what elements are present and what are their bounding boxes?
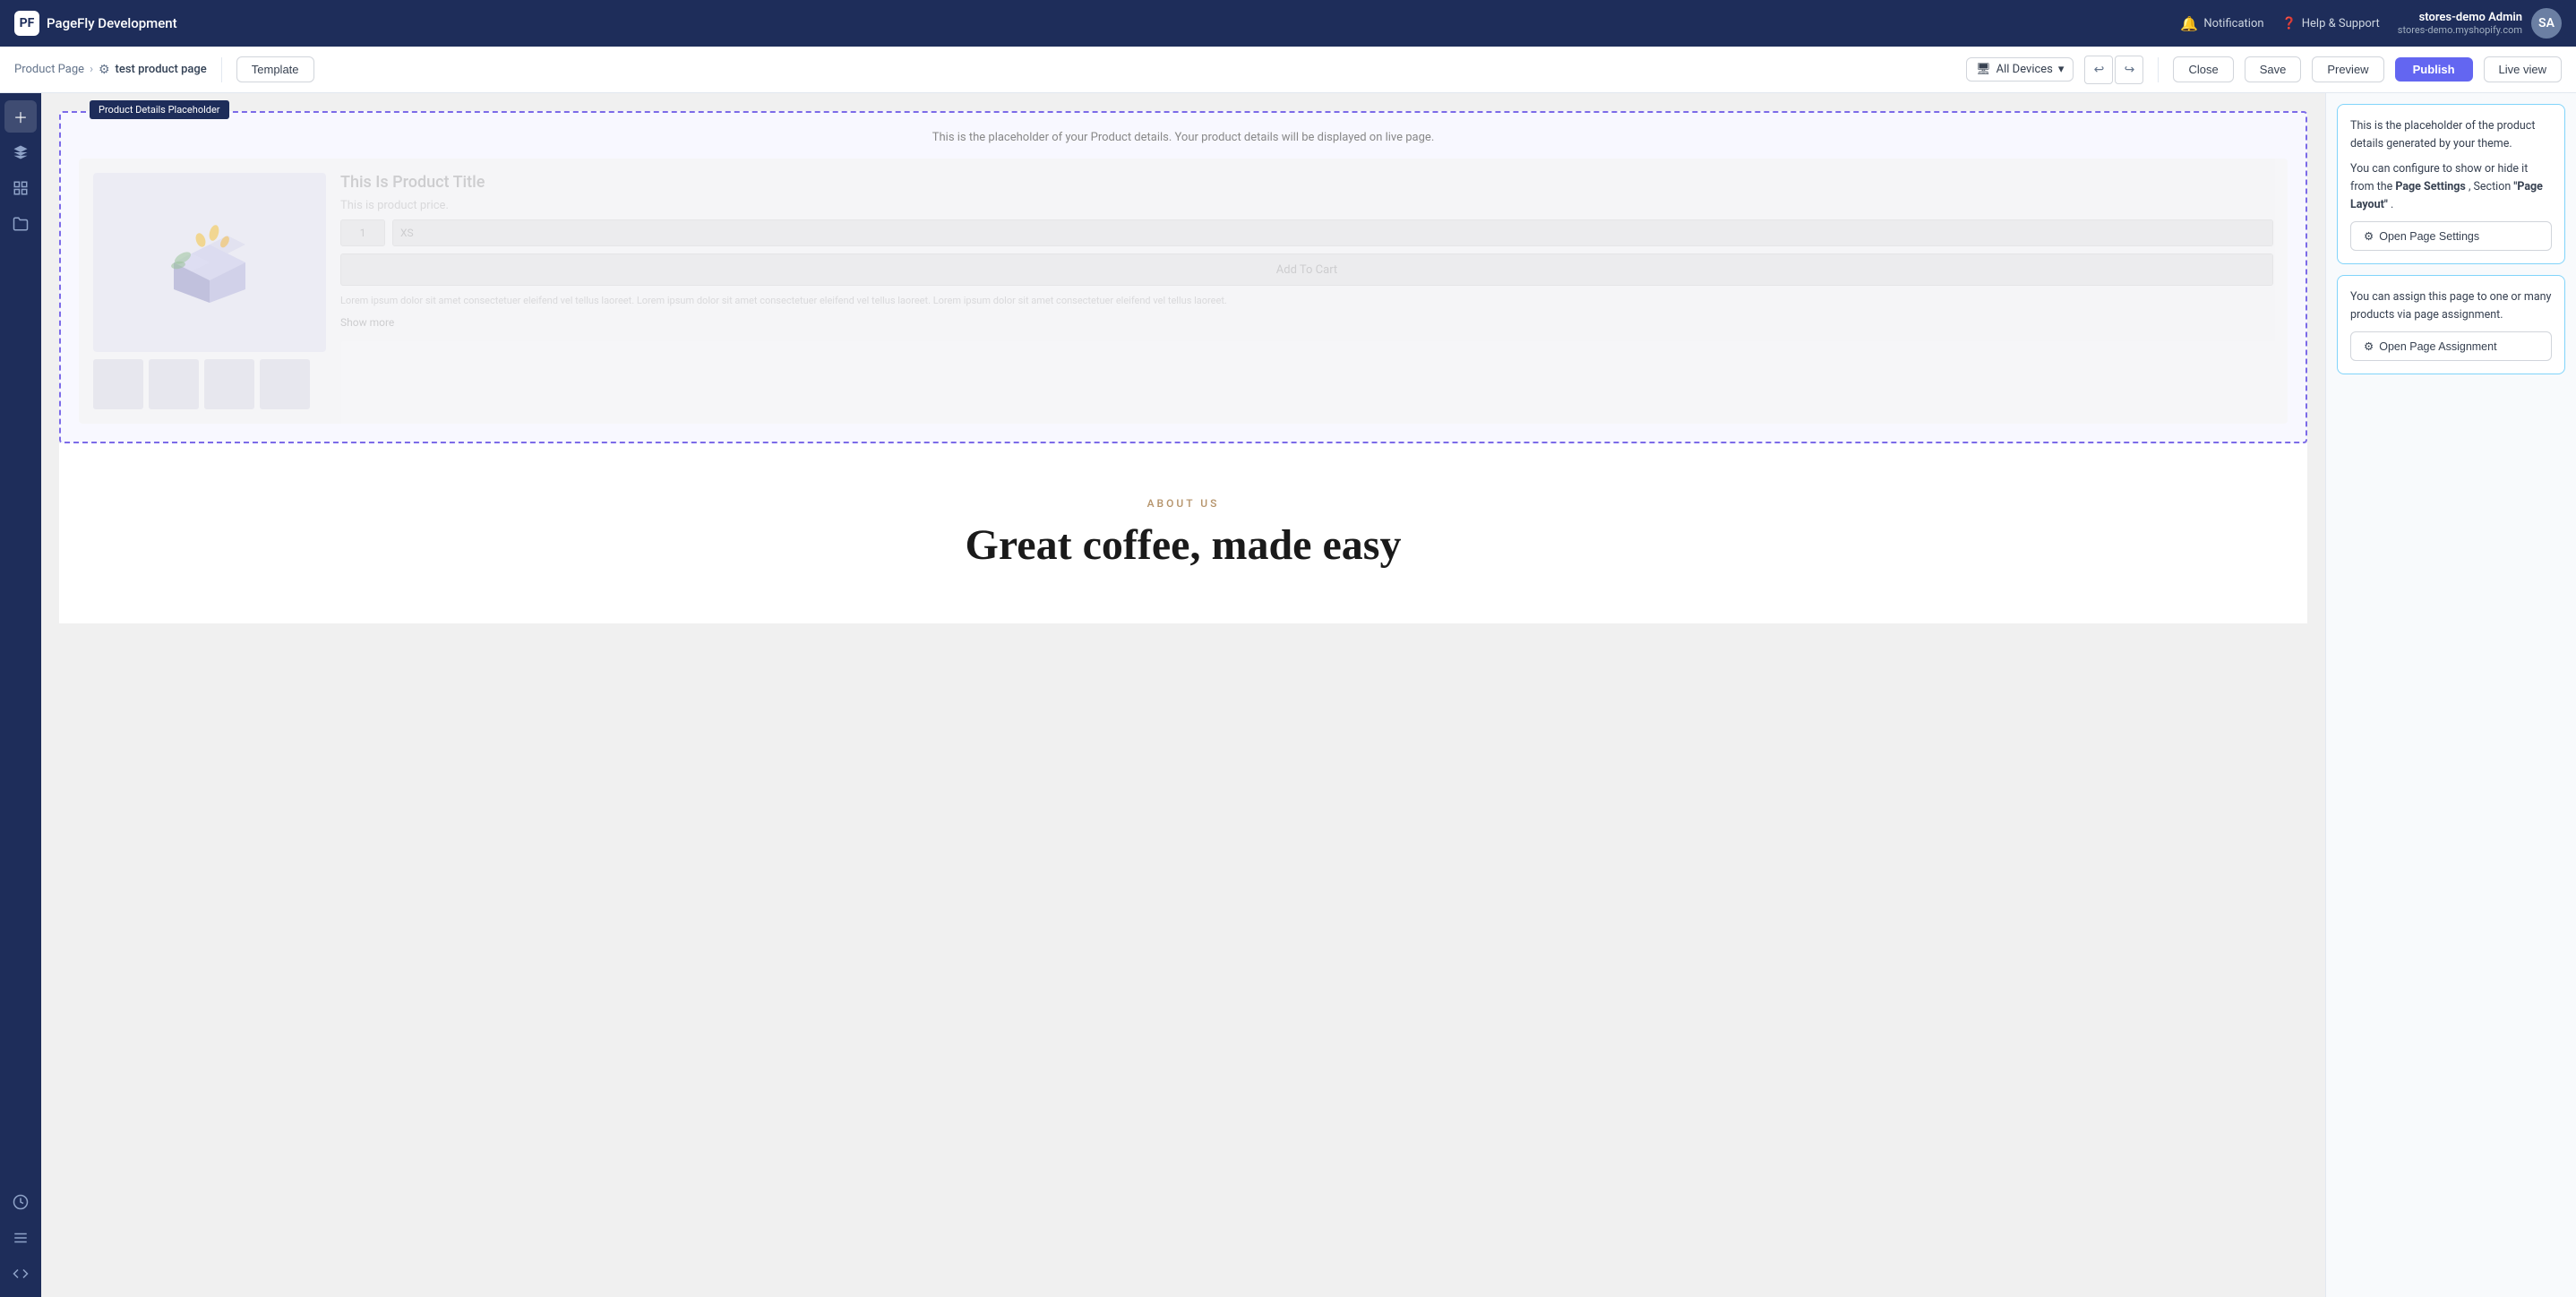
breadcrumb-gear-icon[interactable]: ⚙ <box>99 63 110 77</box>
close-button[interactable]: Close <box>2173 56 2233 82</box>
variant-box: XS <box>392 219 2273 246</box>
gear-icon: ⚙ <box>2364 229 2374 243</box>
sidebar-item-history[interactable] <box>4 1186 37 1218</box>
user-info[interactable]: stores-demo Admin stores-demo.myshopify.… <box>2398 8 2562 39</box>
sidebar-item-pages[interactable] <box>4 208 37 240</box>
live-view-button[interactable]: Live view <box>2484 56 2562 82</box>
gear-icon-2: ⚙ <box>2364 339 2374 353</box>
main-layout: ＋ Product Details Placeholder <box>0 93 2576 1297</box>
template-button[interactable]: Template <box>236 56 314 82</box>
help-label: Help & Support <box>2302 17 2380 30</box>
breadcrumb-root[interactable]: Product Page <box>14 63 84 76</box>
undo-redo-group: ↩ ↪ <box>2084 56 2143 84</box>
left-sidebar: ＋ <box>0 93 41 1297</box>
sidebar-item-code[interactable] <box>4 1258 37 1290</box>
product-options-row: 1 XS <box>340 219 2273 246</box>
toolbar: Product Page › ⚙ test product page Templ… <box>0 47 2576 93</box>
notification-label: Notification <box>2203 17 2263 30</box>
element-label: Product Details Placeholder <box>90 100 229 119</box>
help-icon: ❓ <box>2282 17 2297 30</box>
placeholder-description: This is the placeholder of your Product … <box>79 131 2288 144</box>
preview-button[interactable]: Preview <box>2312 56 2383 82</box>
card2-text: You can assign this page to one or many … <box>2350 288 2552 324</box>
card1-text2: You can configure to show or hide it fro… <box>2350 160 2552 214</box>
open-page-assignment-label: Open Page Assignment <box>2379 340 2496 353</box>
publish-button[interactable]: Publish <box>2395 57 2473 82</box>
app-name: PageFly Development <box>47 15 177 31</box>
right-panel: This is the placeholder of the product d… <box>2325 93 2576 1297</box>
user-text: stores-demo Admin stores-demo.myshopify.… <box>2398 11 2522 36</box>
lorem-text-fake: Lorem ipsum dolor sit amet consectetuer … <box>340 293 2273 309</box>
redo-button[interactable]: ↪ <box>2115 56 2143 84</box>
top-nav: PF PageFly Development 🔔 Notification ❓ … <box>0 0 2576 47</box>
nav-right: 🔔 Notification ❓ Help & Support stores-d… <box>2180 8 2562 39</box>
quantity-box: 1 <box>340 219 385 246</box>
card1-text3-span: , Section <box>2469 180 2513 193</box>
card1-bold1: Page Settings <box>2395 180 2465 193</box>
help-support-btn[interactable]: ❓ Help & Support <box>2282 17 2380 30</box>
about-us-title: Great coffee, made easy <box>77 520 2289 570</box>
product-details-area: This Is Product Title This is product pr… <box>340 173 2273 409</box>
product-placeholder-section[interactable]: This is the placeholder of your Product … <box>59 111 2307 443</box>
chevron-down-icon: ▾ <box>2058 63 2065 76</box>
about-us-section: ABOUT US Great coffee, made easy <box>59 443 2307 623</box>
device-selector[interactable]: 🖥 All Devices ▾ <box>1966 57 2074 82</box>
user-name: stores-demo Admin <box>2398 11 2522 24</box>
about-us-subtitle: ABOUT US <box>77 497 2289 510</box>
open-page-assignment-button[interactable]: ⚙ Open Page Assignment <box>2350 331 2552 361</box>
breadcrumb-chevron: › <box>90 63 93 76</box>
product-title-fake: This Is Product Title <box>340 173 2273 192</box>
box-illustration-icon <box>156 213 263 312</box>
monitor-icon: 🖥 <box>1976 63 1991 76</box>
thumbnail-row <box>93 359 326 409</box>
divider-2 <box>2158 57 2159 82</box>
logo-area: PF PageFly Development <box>14 11 177 36</box>
card1-text1: This is the placeholder of the product d… <box>2350 117 2552 153</box>
product-image-area <box>93 173 326 409</box>
undo-button[interactable]: ↩ <box>2084 56 2113 84</box>
card1-text4-span: . <box>2391 198 2393 211</box>
thumbnail-1 <box>93 359 143 409</box>
canvas-area: Product Details Placeholder This is the … <box>41 93 2325 1297</box>
open-page-settings-label: Open Page Settings <box>2379 230 2479 243</box>
divider-1 <box>221 57 222 82</box>
avatar: SA <box>2531 8 2562 39</box>
thumbnail-4 <box>260 359 310 409</box>
user-domain: stores-demo.myshopify.com <box>2398 24 2522 36</box>
canvas-content: This is the placeholder of your Product … <box>41 93 2325 641</box>
pagefly-logo-icon: PF <box>14 11 39 36</box>
save-button[interactable]: Save <box>2245 56 2302 82</box>
sidebar-item-elements[interactable] <box>4 172 37 204</box>
show-more-fake: Show more <box>340 316 2273 329</box>
thumbnail-3 <box>204 359 254 409</box>
sidebar-item-list[interactable] <box>4 1222 37 1254</box>
open-page-settings-button[interactable]: ⚙ Open Page Settings <box>2350 221 2552 251</box>
thumbnail-2 <box>149 359 199 409</box>
breadcrumb: Product Page › ⚙ test product page <box>14 63 207 77</box>
sidebar-item-add[interactable]: ＋ <box>4 100 37 133</box>
sidebar-item-layers[interactable] <box>4 136 37 168</box>
notification-btn[interactable]: 🔔 Notification <box>2180 15 2263 32</box>
breadcrumb-current: test product page <box>116 63 207 76</box>
product-details-info-card: This is the placeholder of the product d… <box>2337 104 2565 264</box>
device-label: All Devices <box>1996 63 2053 76</box>
bell-icon: 🔔 <box>2180 15 2198 32</box>
product-preview-grid: This Is Product Title This is product pr… <box>79 159 2288 424</box>
product-price-fake: This is product price. <box>340 199 2273 212</box>
main-product-image <box>93 173 326 352</box>
page-assignment-info-card: You can assign this page to one or many … <box>2337 275 2565 374</box>
add-to-cart-fake: Add To Cart <box>340 253 2273 286</box>
